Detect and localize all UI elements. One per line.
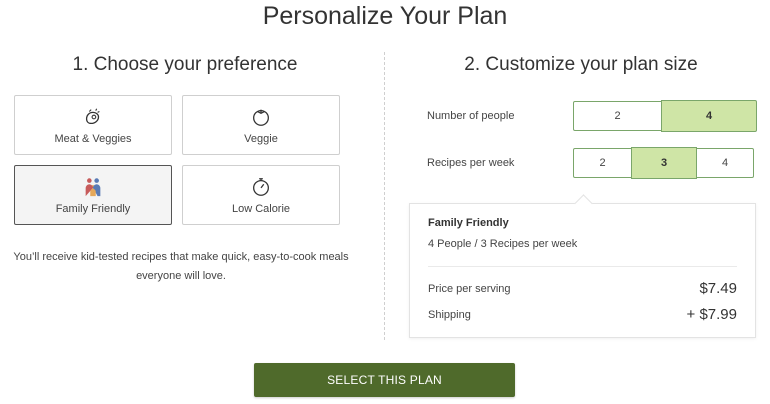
recipes-option-4[interactable]: 4 xyxy=(696,148,754,178)
preference-card-meat-veggies[interactable]: Meat & Veggies xyxy=(14,95,172,155)
preference-description-line: everyone will love. xyxy=(136,270,226,282)
summary-divider xyxy=(428,266,737,267)
number-of-people-label: Number of people xyxy=(427,110,515,122)
family-icon xyxy=(85,178,101,197)
summary-title: Family Friendly xyxy=(428,217,509,229)
shipping-value: + $7.99 xyxy=(686,306,737,323)
plan-summary: Family Friendly 4 People / 3 Recipes per… xyxy=(409,203,756,338)
preference-description: You’ll receive kid-tested recipes that m… xyxy=(0,248,362,286)
shipping-label: Shipping xyxy=(428,309,471,321)
preference-card-label: Meat & Veggies xyxy=(54,133,132,145)
preference-description-line: You’ll receive kid-tested recipes that m… xyxy=(13,251,349,263)
recipes-option-2[interactable]: 2 xyxy=(573,148,632,178)
preference-card-label: Low Calorie xyxy=(231,203,291,215)
meat-icon xyxy=(85,108,100,125)
plan-size-heading: 2. Customize your plan size xyxy=(464,54,698,75)
people-option-4[interactable]: 4 xyxy=(661,100,757,132)
summary-subtitle: 4 People / 3 Recipes per week xyxy=(428,238,578,250)
preference-card-low-calorie[interactable]: Low Calorie xyxy=(182,165,340,225)
preference-card-family-friendly[interactable]: Family Friendly xyxy=(14,165,172,225)
select-plan-button[interactable]: SELECT THIS PLAN xyxy=(254,363,515,397)
recipes-per-week-label: Recipes per week xyxy=(427,157,515,169)
people-option-2[interactable]: 2 xyxy=(573,101,662,131)
price-per-serving-label: Price per serving xyxy=(428,283,511,295)
timer-icon xyxy=(253,178,269,196)
page-title: Personalize Your Plan xyxy=(262,2,508,30)
preference-card-label: Family Friendly xyxy=(55,203,131,215)
preference-card-label: Veggie xyxy=(244,133,278,145)
price-per-serving-value: $7.49 xyxy=(699,280,737,297)
preference-card-veggie[interactable]: Veggie xyxy=(182,95,340,155)
recipes-option-3[interactable]: 3 xyxy=(631,147,697,179)
tomato-icon xyxy=(253,109,269,126)
preference-heading: 1. Choose your preference xyxy=(72,54,298,75)
column-divider xyxy=(384,52,385,340)
